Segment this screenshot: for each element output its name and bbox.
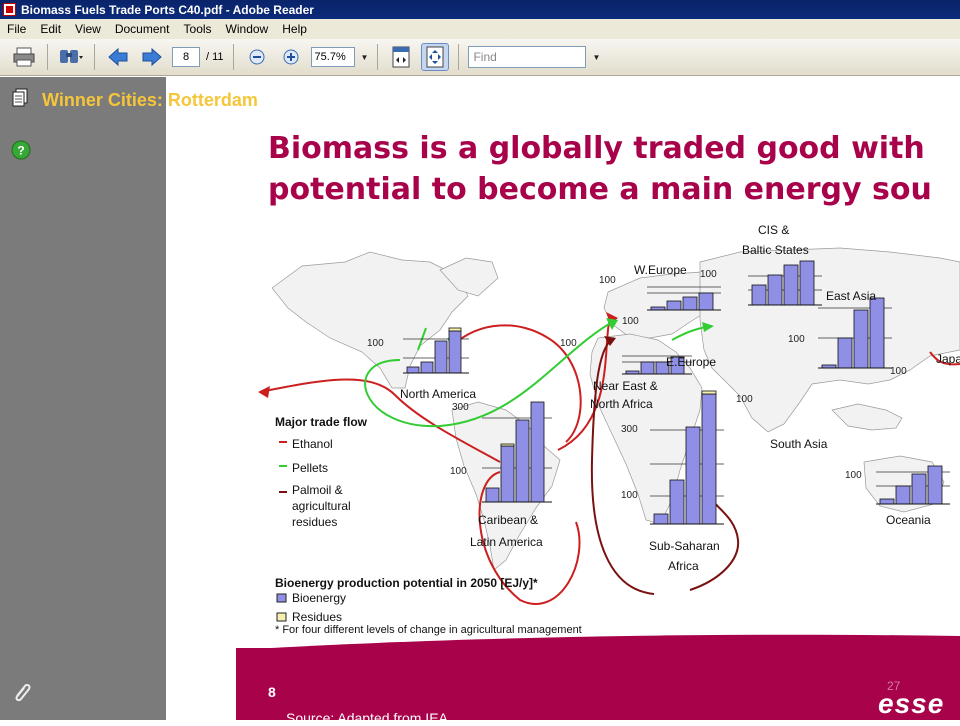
bar-north-america [420, 361, 434, 374]
legend-residues-swatch [276, 612, 287, 622]
bar-residue-sub-saharan [701, 390, 717, 395]
slide-title-line-1: Biomass is a globally traded good with [268, 131, 925, 166]
bar-sub-saharan [685, 426, 701, 525]
legend-palmoil-line1: Palmoil & [292, 483, 343, 497]
region-label-africa: Africa [668, 559, 699, 573]
legend-bioenergy: Bioenergy [292, 591, 346, 605]
slide-page-number: 8 [268, 684, 276, 700]
region-label-north-africa: North Africa [590, 397, 653, 411]
region-label-east-asia: East Asia [826, 289, 876, 303]
scale-label-100: 100 [621, 490, 638, 501]
legend-palmoil-line3: residues [292, 515, 337, 529]
region-label-cis: CIS & [758, 223, 789, 237]
scale-label-300: 300 [452, 402, 469, 413]
bar-residue-caribbean [500, 443, 515, 447]
region-label-latin-america: Latin America [470, 535, 543, 549]
scale-label-100: 100 [622, 316, 639, 327]
bar-east-asia [853, 309, 869, 369]
bar-sub-saharan [701, 393, 717, 525]
bar-w-europe [698, 292, 714, 311]
bar-east-asia [869, 297, 885, 369]
legend-pellets: Pellets [292, 461, 328, 475]
legend-palmoil-line2: agricultural [292, 499, 351, 513]
region-label-e-europe: E.Europe [666, 355, 716, 369]
region-label-near-east: Near East & [593, 379, 658, 393]
bar-north-america [448, 330, 462, 374]
scale-label-300: 300 [621, 424, 638, 435]
bar-oceania [927, 465, 943, 505]
region-label-japan: Japa [936, 352, 960, 366]
bar-cis [783, 264, 799, 306]
bar-cis [751, 284, 767, 306]
legend-production-heading: Bioenergy production potential in 2050 [… [275, 576, 538, 590]
legend-bioenergy-swatch [276, 593, 287, 603]
legend-heading: Major trade flow [275, 415, 368, 429]
region-label-caribbean: Caribean & [478, 513, 538, 527]
slide-title: Biomass is a globally traded good with p… [268, 128, 932, 210]
region-label-baltic-states: Baltic States [742, 243, 809, 257]
scale-label-100: 100 [736, 394, 753, 405]
bar-oceania [911, 473, 927, 505]
scale-label-100: 100 [700, 269, 717, 280]
bar-east-asia [837, 337, 853, 369]
company-logo: esse [878, 688, 945, 719]
bar-sub-saharan [669, 479, 685, 525]
bar-w-europe [666, 300, 682, 311]
bar-e-europe [640, 361, 655, 375]
bar-w-europe [682, 296, 698, 311]
slide-title-line-2: potential to become a main energy sou [268, 172, 932, 207]
bar-cis [799, 260, 815, 306]
scale-label-100: 100 [450, 466, 467, 477]
scale-label-100: 100 [560, 338, 577, 349]
scale-label-100: 100 [788, 334, 805, 345]
bar-sub-saharan [653, 513, 669, 525]
bar-north-america [434, 340, 448, 374]
scale-label-100: 100 [599, 275, 616, 286]
bar-caribbean [485, 487, 500, 503]
region-label-south-asia: South Asia [770, 437, 828, 451]
bar-cis [767, 274, 783, 306]
slide-source: Source: Adapted from IEA [286, 710, 448, 726]
bar-residue-north-america [448, 327, 462, 332]
bar-oceania [895, 485, 911, 505]
bar-caribbean [515, 419, 530, 503]
scale-label-100: 100 [845, 470, 862, 481]
bookmark-title[interactable]: Winner Cities: Rotterdam [42, 90, 258, 111]
bar-caribbean [530, 401, 545, 503]
bar-north-america [406, 366, 420, 374]
scale-label-100: 100 [367, 338, 384, 349]
region-label-sub-saharan: Sub-Saharan [649, 539, 720, 553]
bar-oceania [879, 498, 895, 505]
legend-residues: Residues [292, 610, 342, 624]
region-label-north-america: North America [400, 387, 476, 401]
bar-caribbean [500, 445, 515, 503]
legend-ethanol: Ethanol [292, 437, 333, 451]
region-label-w-europe: W.Europe [634, 263, 687, 277]
region-label-oceania: Oceania [886, 513, 931, 527]
scale-label-100: 100 [890, 366, 907, 377]
